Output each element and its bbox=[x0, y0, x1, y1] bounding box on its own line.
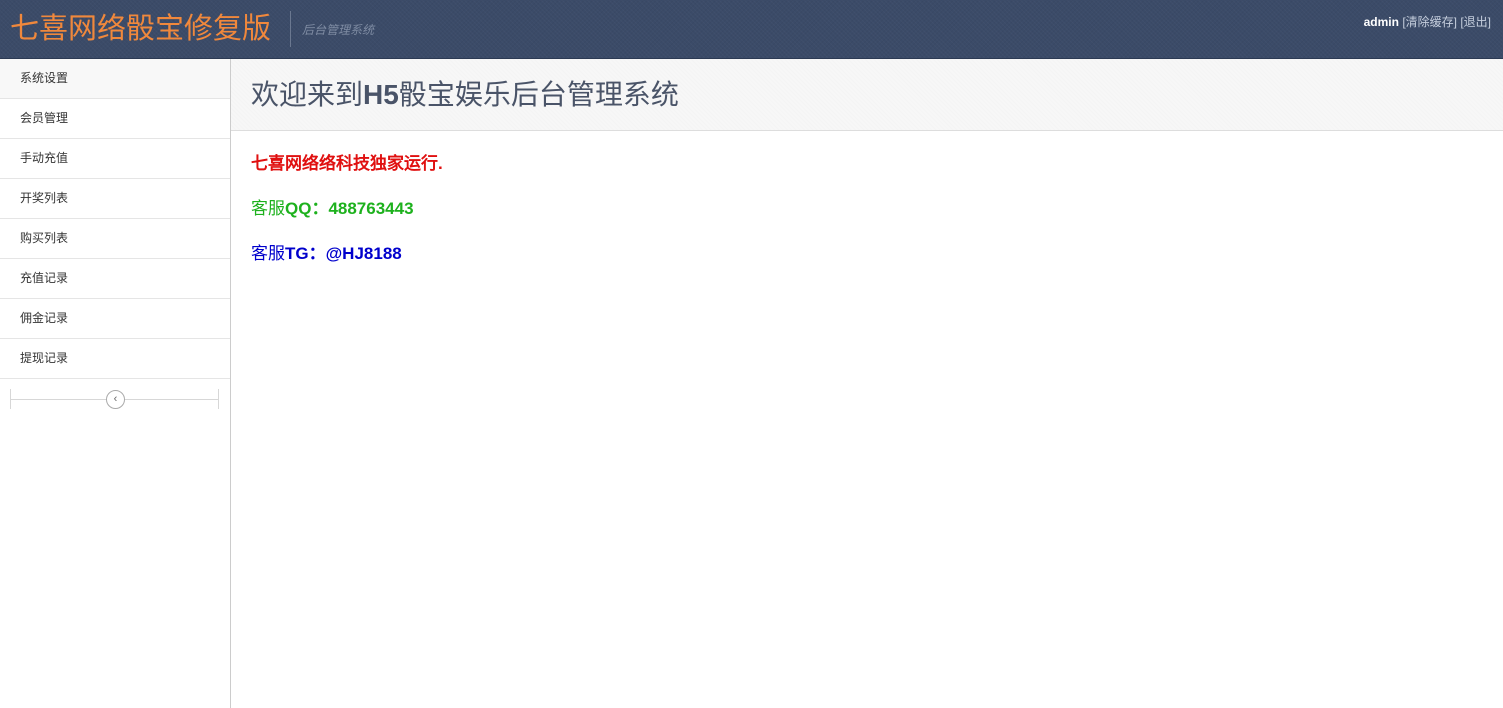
sidebar-item-draw-list[interactable]: 开奖列表 bbox=[0, 179, 230, 219]
main-content: 欢迎来到H5骰宝娱乐后台管理系统 七喜网络络科技独家运行. 客服QQ：48876… bbox=[231, 59, 1503, 708]
sidebar-item-commission-records[interactable]: 佣金记录 bbox=[0, 299, 230, 339]
content-body: 七喜网络络科技独家运行. 客服QQ：488763443 客服TG：@HJ8188 bbox=[231, 131, 1503, 302]
user-name: admin bbox=[1363, 15, 1399, 29]
page-header: 欢迎来到H5骰宝娱乐后台管理系统 bbox=[231, 59, 1503, 131]
logout-link[interactable]: [退出] bbox=[1460, 15, 1491, 29]
brand-title[interactable]: 七喜网络骰宝修复版 bbox=[10, 9, 271, 49]
support-qq-label: 客服 bbox=[251, 199, 285, 218]
sidebar-item-manual-recharge[interactable]: 手动充值 bbox=[0, 139, 230, 179]
clear-cache-link[interactable]: [清除缓存] bbox=[1402, 15, 1457, 29]
chevron-left-icon: ‹ bbox=[113, 393, 118, 405]
sidebar-item-purchase-list[interactable]: 购买列表 bbox=[0, 219, 230, 259]
page-title-prefix: 欢迎来到 bbox=[251, 79, 364, 110]
page-title: 欢迎来到H5骰宝娱乐后台管理系统 bbox=[251, 59, 1503, 113]
sidebar-nav: 系统设置 会员管理 手动充值 开奖列表 购买列表 充值记录 佣金记录 提现记录 bbox=[0, 59, 230, 379]
brand-subtitle: 后台管理系统 bbox=[302, 23, 375, 37]
sidebar-collapse-bar: ‹ bbox=[0, 389, 230, 419]
brand-divider bbox=[290, 11, 291, 47]
user-bar: admin [清除缓存] [退出] bbox=[1364, 13, 1491, 30]
sidebar-item-withdrawal-records[interactable]: 提现记录 bbox=[0, 339, 230, 379]
sidebar-item-system-settings[interactable]: 系统设置 bbox=[0, 59, 230, 99]
support-qq-value: QQ：488763443 bbox=[285, 199, 414, 218]
sidebar-collapse-button[interactable]: ‹ bbox=[106, 390, 125, 409]
sidebar-item-recharge-records[interactable]: 充值记录 bbox=[0, 259, 230, 299]
collapse-line-cap-right bbox=[218, 389, 219, 409]
support-qq: 客服QQ：488763443 bbox=[251, 194, 1483, 219]
page-title-suffix: 骰宝娱乐后台管理系统 bbox=[398, 79, 679, 110]
support-tg: 客服TG：@HJ8188 bbox=[251, 239, 1483, 264]
support-tg-value: TG：@HJ8188 bbox=[285, 244, 402, 263]
support-tg-label: 客服 bbox=[251, 244, 285, 263]
page-title-bold: H5 bbox=[363, 79, 399, 110]
sidebar: 系统设置 会员管理 手动充值 开奖列表 购买列表 充值记录 佣金记录 提现记录 … bbox=[0, 59, 231, 708]
notice-text: 七喜网络络科技独家运行. bbox=[251, 154, 443, 173]
top-header: 七喜网络骰宝修复版 后台管理系统 admin [清除缓存] [退出] bbox=[0, 0, 1503, 59]
sidebar-item-member-management[interactable]: 会员管理 bbox=[0, 99, 230, 139]
